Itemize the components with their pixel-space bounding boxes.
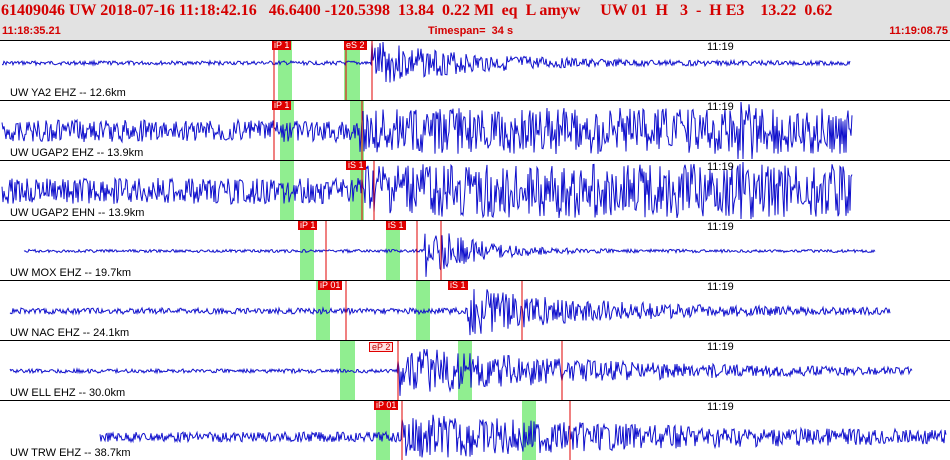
phase-pick-flag[interactable]: iP 1	[272, 41, 292, 50]
waveform-plot	[99, 401, 947, 460]
phase-pick-flag[interactable]: iS 1	[448, 281, 468, 290]
phase-pick-flag[interactable]: iS 1	[346, 161, 366, 170]
minute-mark: 11:19	[707, 41, 734, 53]
waveform-plot	[9, 281, 891, 340]
waveform-plot	[1, 41, 851, 100]
phase-pick-flag[interactable]: iP 01	[374, 401, 399, 410]
waveform-plot	[23, 221, 876, 280]
phase-pick-flag[interactable]: iP 01	[318, 281, 343, 290]
station-label: UW UGAP2 EHZ -- 13.9km	[10, 147, 144, 159]
event-summary: 61409046 UW 2018-07-16 11:18:42.16 46.64…	[1, 2, 833, 19]
station-label: UW ELL EHZ -- 30.0km	[10, 387, 126, 399]
trace-panel[interactable]: iP 1 iS 1 11:19 UW MOX EHZ -- 19.7km	[0, 220, 950, 280]
phase-pick-flag[interactable]: eP 2	[369, 342, 394, 352]
phase-pick-flag[interactable]: eS 2	[344, 41, 367, 50]
station-label: UW UGAP2 EHN -- 13.9km	[10, 207, 145, 219]
trace-panel[interactable]: iS 1 11:19 UW UGAP2 EHN -- 13.9km	[0, 160, 950, 220]
event-header: 61409046 UW 2018-07-16 11:18:42.16 46.64…	[0, 0, 950, 40]
window-start-time: 11:18:35.21	[2, 25, 61, 37]
station-label: UW TRW EHZ -- 38.7km	[10, 447, 131, 459]
waveform-trace	[9, 289, 891, 336]
phase-pick-flag[interactable]: iP 1	[272, 101, 292, 110]
trace-panel[interactable]: iP 1 11:19 UW UGAP2 EHZ -- 13.9km	[0, 100, 950, 160]
minute-mark: 11:19	[707, 221, 734, 233]
window-end-time: 11:19:08.75	[889, 25, 948, 37]
station-label: UW YA2 EHZ -- 12.6km	[10, 87, 126, 99]
trace-panel[interactable]: iP 01 11:19 UW TRW EHZ -- 38.7km	[0, 400, 950, 460]
waveform-plot	[9, 341, 913, 400]
waveform-trace	[23, 233, 876, 277]
timespan-label: Timespan= 34 s	[428, 25, 514, 37]
phase-pick-flag[interactable]: iP 1	[298, 221, 318, 230]
minute-mark: 11:19	[707, 281, 734, 293]
minute-mark: 11:19	[707, 101, 734, 113]
trace-panel[interactable]: eP 2 11:19 UW ELL EHZ -- 30.0km	[0, 340, 950, 400]
station-label: UW MOX EHZ -- 19.7km	[10, 267, 132, 279]
minute-mark: 11:19	[707, 401, 734, 413]
minute-mark: 11:19	[707, 161, 734, 173]
trace-panel[interactable]: iP 1 eS 2 11:19 UW YA2 EHZ -- 12.6km	[0, 40, 950, 100]
station-label: UW NAC EHZ -- 24.1km	[10, 327, 130, 339]
minute-mark: 11:19	[707, 341, 734, 353]
phase-pick-flag[interactable]: iS 1	[386, 221, 406, 230]
trace-panel[interactable]: iP 01 iS 1 11:19 UW NAC EHZ -- 24.1km	[0, 280, 950, 340]
